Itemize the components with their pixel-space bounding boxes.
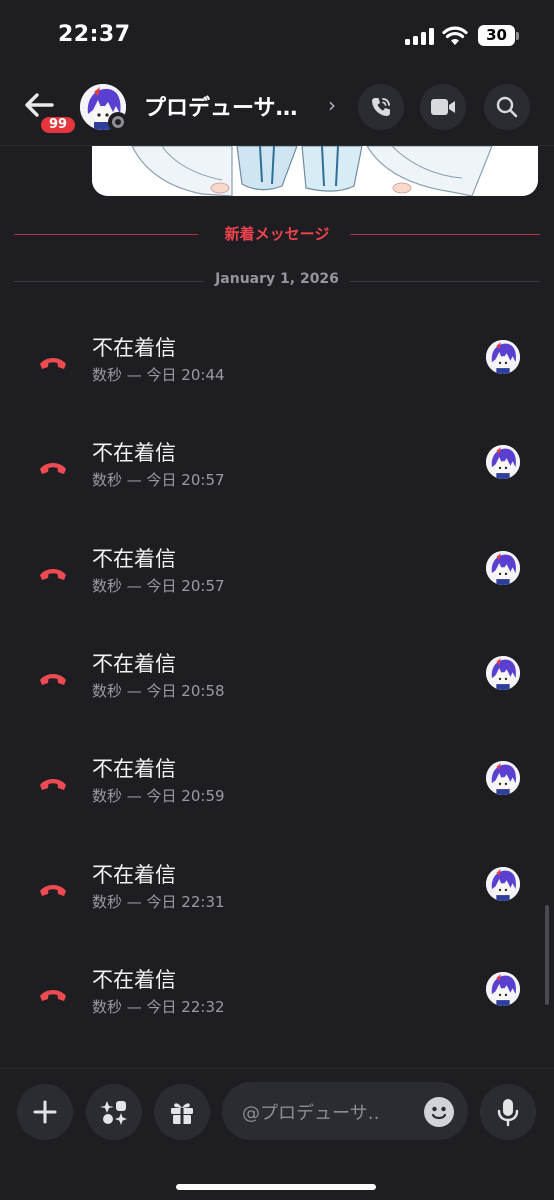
scrollbar[interactable] — [545, 905, 549, 1005]
missed-call-icon — [40, 674, 66, 685]
wifi-icon — [442, 26, 468, 45]
gift-button[interactable] — [154, 1084, 210, 1140]
missed-call-icon — [40, 990, 66, 1001]
apps-icon — [100, 1101, 127, 1125]
status-bar: 22:37 30 — [0, 0, 554, 78]
new-messages-divider: 新着メッセージ — [14, 222, 540, 246]
emoji-icon[interactable] — [424, 1097, 454, 1127]
cellular-signal-icon — [405, 28, 435, 45]
call-log-row[interactable]: 不在着信数秒 — 今日 22:31 — [0, 857, 554, 927]
call-timestamp: 数秒 — 今日 22:32 — [92, 998, 225, 1016]
call-log-row[interactable]: 不在着信数秒 — 今日 20:59 — [0, 751, 554, 821]
call-title: 不在着信 — [92, 757, 176, 781]
call-log-row[interactable]: 不在着信数秒 — 今日 20:57 — [0, 541, 554, 611]
channel-header: 99 プロデューサ… › — [0, 78, 554, 146]
chevron-right-icon[interactable]: › — [328, 93, 336, 117]
unread-badge: 99 — [38, 114, 78, 136]
search-button[interactable] — [484, 84, 530, 130]
call-log-row[interactable]: 不在着信数秒 — 今日 22:32 — [0, 962, 554, 1032]
message-input[interactable]: @プロデューサ‥ — [222, 1082, 468, 1140]
new-messages-label: 新着メッセージ — [224, 225, 330, 243]
message-input-placeholder: @プロデューサ‥ — [242, 1103, 380, 1124]
voice-message-button[interactable] — [480, 1084, 536, 1140]
call-log-row[interactable]: 不在着信数秒 — 今日 20:57 — [0, 435, 554, 505]
call-timestamp: 数秒 — 今日 20:44 — [92, 366, 225, 384]
participant-avatar[interactable] — [486, 761, 520, 795]
participant-avatar[interactable] — [486, 551, 520, 585]
participant-avatar[interactable] — [486, 972, 520, 1006]
channel-name[interactable]: プロデューサ… — [144, 90, 298, 122]
gift-icon — [171, 1103, 193, 1124]
call-title: 不在着信 — [92, 441, 176, 465]
participant-avatar[interactable] — [486, 445, 520, 479]
call-timestamp: 数秒 — 今日 20:57 — [92, 577, 225, 595]
add-attachment-button[interactable] — [17, 1084, 73, 1140]
date-divider: January 1, 2026 — [14, 270, 540, 292]
microphone-icon — [497, 1099, 519, 1127]
participant-avatar[interactable] — [486, 867, 520, 901]
call-log-row[interactable]: 不在着信数秒 — 今日 20:58 — [0, 646, 554, 716]
date-label: January 1, 2026 — [215, 271, 339, 287]
image-attachment[interactable] — [92, 146, 538, 196]
call-timestamp: 数秒 — 今日 22:31 — [92, 893, 225, 911]
call-title: 不在着信 — [92, 547, 176, 571]
call-timestamp: 数秒 — 今日 20:58 — [92, 682, 225, 700]
call-title: 不在着信 — [92, 652, 176, 676]
search-icon — [496, 96, 518, 118]
missed-call-icon — [40, 779, 66, 790]
apps-button[interactable] — [86, 1084, 142, 1140]
battery-tip — [516, 32, 519, 40]
participant-avatar[interactable] — [486, 340, 520, 374]
call-title: 不在着信 — [92, 336, 176, 360]
voice-call-button[interactable] — [358, 84, 404, 130]
battery-indicator: 30 — [478, 25, 515, 46]
message-composer: @プロデューサ‥ — [0, 1068, 554, 1200]
participant-avatar[interactable] — [486, 656, 520, 690]
missed-call-icon — [40, 885, 66, 896]
video-call-button[interactable] — [420, 84, 466, 130]
video-camera-icon — [431, 99, 455, 115]
phone-call-icon — [372, 98, 390, 116]
home-indicator[interactable] — [176, 1184, 376, 1190]
call-title: 不在着信 — [92, 968, 176, 992]
missed-call-icon — [40, 569, 66, 580]
offline-status-icon — [108, 112, 128, 132]
plus-icon — [33, 1100, 57, 1124]
missed-call-icon — [40, 463, 66, 474]
status-time: 22:37 — [58, 22, 131, 47]
missed-call-icon — [40, 358, 66, 369]
call-timestamp: 数秒 — 今日 20:59 — [92, 787, 225, 805]
call-title: 不在着信 — [92, 863, 176, 887]
call-log-row[interactable]: 不在着信数秒 — 今日 20:44 — [0, 330, 554, 400]
call-timestamp: 数秒 — 今日 20:57 — [92, 471, 225, 489]
